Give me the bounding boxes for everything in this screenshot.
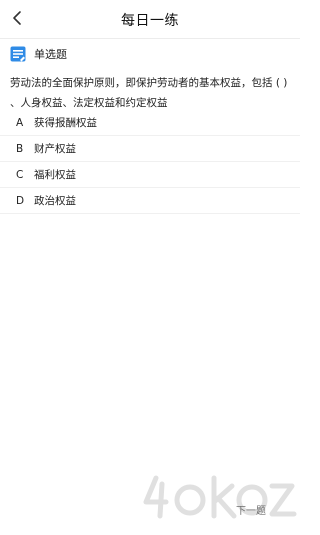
- question-type-label: 单选题: [34, 48, 67, 61]
- option-text: 福利权益: [34, 169, 76, 181]
- option-text: 政治权益: [34, 195, 76, 207]
- question-type: 单选题: [10, 45, 67, 63]
- option-letter: C: [16, 168, 24, 181]
- question-text: 劳动法的全面保护原则，即保护劳动者的基本权益，包括 ( ) 、人身权益、法定权益…: [10, 77, 291, 109]
- option-c[interactable]: C 福利权益: [0, 162, 300, 188]
- option-letter: D: [16, 194, 25, 207]
- option-b[interactable]: B 财产权益: [0, 136, 300, 162]
- question-list-icon: [10, 46, 26, 62]
- option-text: 财产权益: [34, 143, 76, 155]
- site-watermark: [143, 475, 297, 519]
- next-question-button[interactable]: 下一题: [228, 498, 274, 520]
- option-text: 获得报酬权益: [34, 117, 97, 129]
- option-a[interactable]: A 获得报酬权益: [0, 110, 300, 136]
- option-d[interactable]: D 政治权益: [0, 188, 300, 214]
- app-header: 每日一练: [0, 0, 300, 39]
- option-letter: A: [16, 116, 24, 129]
- page-title: 每日一练: [121, 13, 179, 29]
- option-letter: B: [16, 142, 24, 155]
- option-list: A 获得报酬权益 B 财产权益 C 福利权益 D 政治权益: [0, 110, 300, 214]
